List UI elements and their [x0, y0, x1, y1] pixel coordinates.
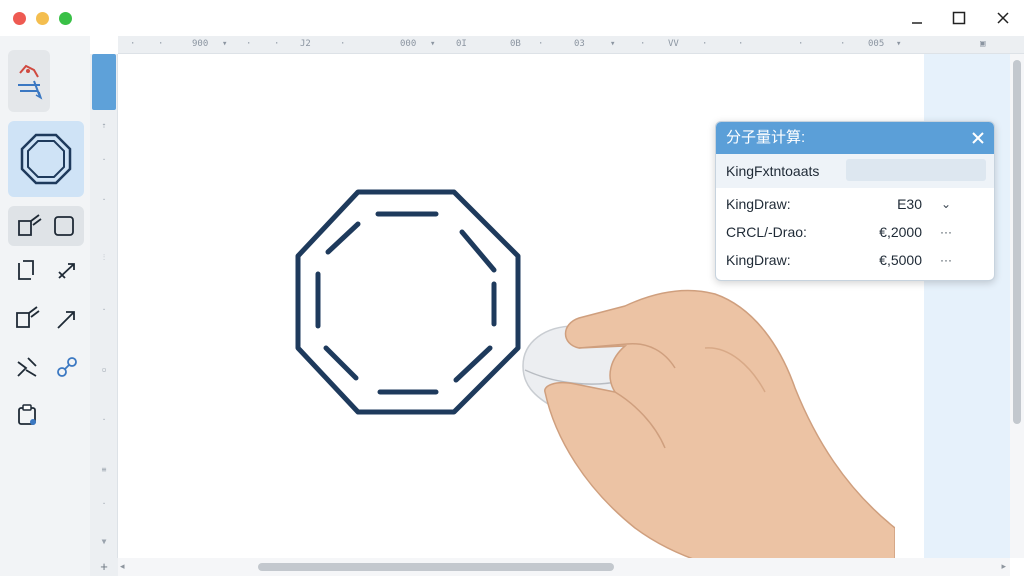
vertical-scroll-thumb[interactable]	[1013, 60, 1021, 424]
row-label: KingDraw:	[726, 196, 791, 212]
ruler-scroll-thumb[interactable]	[92, 54, 116, 110]
chain-tool[interactable]	[10, 304, 44, 334]
row-label: KingDraw:	[726, 252, 791, 268]
ruler-mark: 0I	[456, 39, 467, 49]
hand-with-mouse-image	[522, 289, 895, 576]
link-icon	[57, 357, 77, 377]
ruler-mark: VV	[668, 39, 679, 49]
template-tool[interactable]	[8, 50, 50, 112]
link-tool[interactable]	[50, 352, 84, 382]
dialog-row: CRCL/-Drao: €,2000 ···	[716, 218, 994, 246]
line-arrow-tool[interactable]	[50, 304, 84, 334]
move-arrow-icon	[58, 263, 75, 279]
ruler-folder-icon[interactable]: ▣	[980, 39, 985, 49]
dialog-title-bar: 分子量计算:	[716, 122, 994, 154]
dialog-row: KingDraw: €,5000 ···	[716, 246, 994, 274]
dialog-row: KingDraw: E30 ⌄	[716, 190, 994, 218]
tool-sidebar	[0, 36, 90, 576]
dialog-header-field[interactable]	[846, 159, 986, 181]
maximize-icon	[952, 11, 966, 25]
selection-box-icon	[18, 260, 34, 280]
octagon-ring-icon	[20, 133, 72, 185]
top-ruler: · · 900 ▾ · · J2 · 000 ▾ 0I 0B · 03 ▾ · VV ·…	[118, 36, 1024, 54]
vertical-scrollbar[interactable]	[1010, 54, 1024, 558]
ruler-mark: 900	[192, 39, 209, 49]
row-value: €,2000	[879, 224, 922, 240]
minimize-icon	[912, 22, 922, 24]
scroll-right-icon[interactable]: ▸	[1001, 561, 1006, 572]
dialog-close-button[interactable]	[968, 128, 988, 148]
ruler-mark: 03	[574, 39, 585, 49]
horizontal-scroll-thumb[interactable]	[258, 563, 614, 571]
close-window-button[interactable]	[990, 6, 1016, 30]
left-ruler: ⇡ · · ⫶ · ▫ · ≡ · ▼	[90, 54, 118, 558]
bond-shape-icon	[18, 214, 74, 236]
molecular-weight-dialog: 分子量计算: KingFxtntoaats KingDraw: E30 ⌄ CR…	[715, 121, 995, 281]
more-icon[interactable]: ···	[938, 251, 954, 269]
maximize-button[interactable]	[946, 6, 972, 30]
close-icon	[997, 12, 1009, 24]
bond-shape-tool[interactable]	[8, 206, 84, 246]
ruler-mark: 000	[400, 39, 417, 49]
arrow-tool[interactable]	[50, 256, 84, 286]
wedge-bond-icon	[17, 357, 37, 377]
dialog-header-row: KingFxtntoaats	[716, 154, 994, 188]
ring-tool[interactable]	[8, 121, 84, 197]
more-icon[interactable]: ···	[938, 223, 954, 241]
cyclooctatetraene-structure[interactable]	[294, 188, 524, 418]
chain-bond-icon	[16, 306, 40, 328]
reaction-arrow-icon	[57, 311, 75, 329]
select-tool[interactable]	[10, 256, 44, 286]
scroll-left-icon[interactable]: ◂	[120, 561, 125, 572]
dialog-header-label: KingFxtntoaats	[726, 163, 820, 179]
row-value: €,5000	[879, 252, 922, 268]
row-label: CRCL/-Drao:	[726, 224, 807, 240]
clipboard-tool[interactable]	[10, 400, 44, 430]
wedge-tool[interactable]	[10, 352, 44, 382]
ruler-mark: J2	[300, 39, 311, 49]
ruler-mark: 005	[868, 39, 885, 49]
title-bar	[0, 0, 1024, 36]
close-icon	[972, 132, 984, 144]
horizontal-scrollbar[interactable]: ◂ ▸	[118, 558, 1010, 576]
clipboard-icon	[18, 404, 36, 425]
ruler-mark: 0B	[510, 39, 521, 49]
add-button[interactable]: +	[90, 558, 118, 576]
reaction-template-icon	[18, 64, 43, 100]
close-traffic-light[interactable]	[13, 12, 26, 25]
dialog-title: 分子量计算:	[726, 129, 806, 146]
row-value: E30	[897, 196, 922, 212]
chevron-down-icon[interactable]: ⌄	[938, 195, 954, 213]
minimize-button[interactable]	[904, 6, 930, 30]
zoom-traffic-light[interactable]	[59, 12, 72, 25]
minimize-traffic-light[interactable]	[36, 12, 49, 25]
